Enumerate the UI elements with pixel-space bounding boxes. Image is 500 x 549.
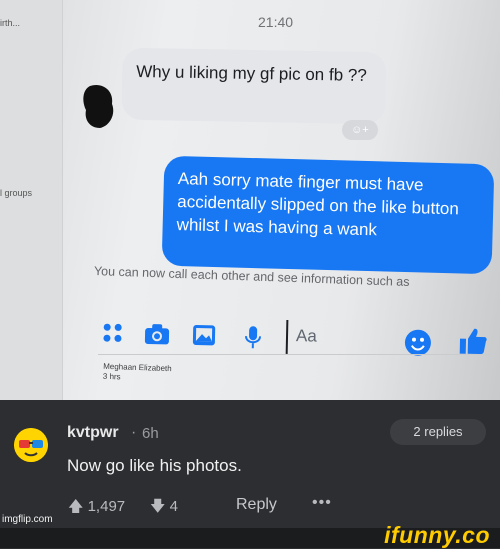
apps-icon[interactable] (102, 322, 124, 344)
more-options-button[interactable]: ••• (312, 494, 332, 512)
messenger-photo: irth... l groups 21:40 Why u liking my g… (0, 0, 500, 400)
commenter-avatar[interactable] (14, 428, 48, 462)
upvote-button[interactable]: 🡅 1,497 (68, 496, 125, 521)
incoming-message-bubble[interactable]: Why u liking my gf pic on fb ?? (121, 47, 387, 125)
sidebar-column: irth... l groups (0, 0, 63, 400)
like-thumb-icon[interactable] (458, 326, 489, 357)
comment-age: 6h (142, 425, 159, 442)
arrow-up-icon: 🡅 (68, 498, 84, 515)
sender-avatar (83, 84, 114, 128)
microphone-icon[interactable] (244, 325, 262, 349)
meta-separator: · (131, 424, 137, 441)
message-input-placeholder: Aa (295, 326, 318, 346)
outgoing-message-bubble[interactable]: Aah sorry mate finger must have accident… (161, 155, 495, 275)
ifunny-watermark: ifunny.co (384, 522, 490, 548)
incoming-message-text: Why u liking my gf pic on fb ?? (136, 61, 367, 85)
comment-text: Now go like his photos. (67, 456, 242, 475)
comment-panel: kvtpwr · 6h 2 replies Now go like his ph… (0, 400, 500, 528)
upvote-count: 1,497 (87, 498, 126, 515)
comment-username[interactable]: kvtpwr (67, 424, 119, 442)
downvote-button[interactable]: 🡇 4 (150, 496, 178, 521)
sidebar-label-groups: l groups (0, 188, 33, 198)
downvote-count: 4 (169, 498, 178, 515)
sidebar-label-top: irth... (0, 18, 21, 28)
message-input[interactable]: Aa (285, 319, 399, 357)
arrow-down-icon: 🡇 (150, 498, 166, 515)
composer-toolbar: Aa (98, 316, 500, 364)
footer-contact: Meghaan Elizabeth 3 hrs (103, 362, 172, 384)
image-icon[interactable] (192, 324, 216, 346)
emoji-icon[interactable] (404, 328, 433, 357)
reply-button[interactable]: Reply (236, 496, 277, 514)
message-timestamp: 21:40 (258, 14, 294, 30)
replies-button[interactable]: 2 replies (390, 419, 486, 445)
imgflip-watermark: imgflip.com (2, 514, 53, 525)
add-reaction-icon[interactable]: ☺+ (342, 120, 378, 140)
outgoing-message-text: Aah sorry mate finger must have accident… (176, 169, 460, 240)
divider (98, 354, 500, 355)
camera-icon[interactable] (144, 323, 170, 346)
